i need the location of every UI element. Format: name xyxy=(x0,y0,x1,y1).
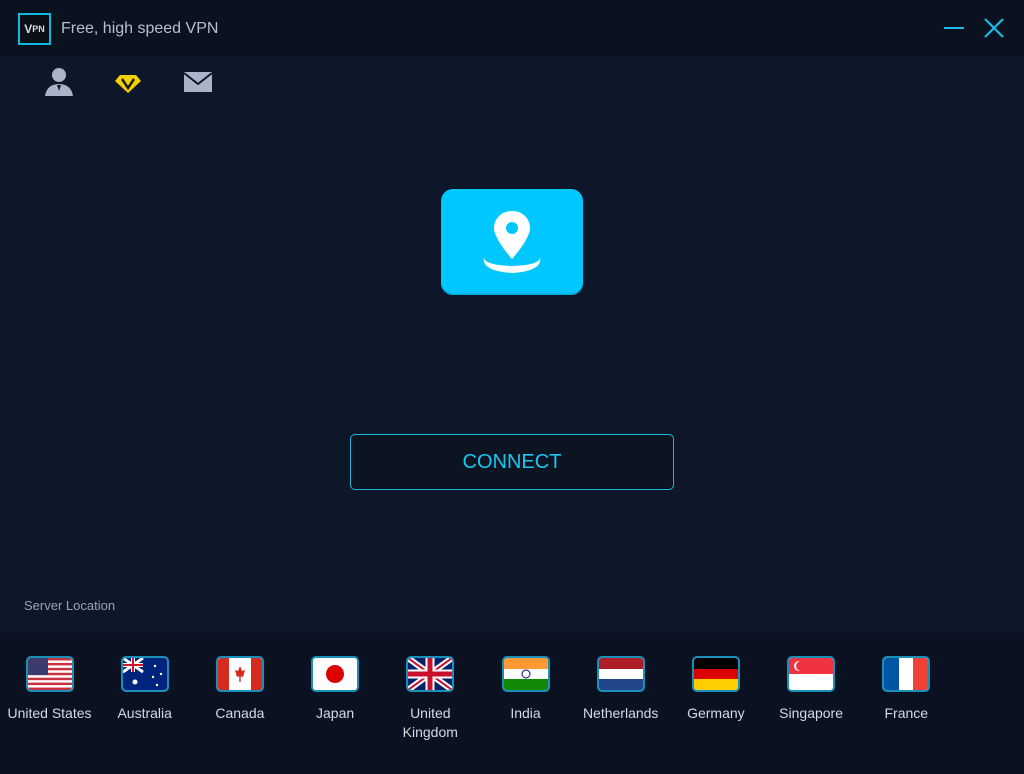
flag-sg-icon xyxy=(787,656,836,692)
app-logo: V PN xyxy=(18,13,51,45)
mail-icon xyxy=(183,72,213,92)
flag-jp-icon xyxy=(311,656,360,692)
user-icon xyxy=(45,68,73,96)
country-name: Australia xyxy=(117,705,172,721)
server-location-label: Server Location xyxy=(24,598,116,613)
server-au[interactable]: Australia xyxy=(97,656,192,723)
connect-button[interactable]: CONNECT xyxy=(350,434,674,490)
minimize-icon xyxy=(944,27,964,29)
country-name: Germany xyxy=(687,705,745,721)
server-in[interactable]: India xyxy=(478,656,573,723)
flag-au-icon xyxy=(120,656,169,692)
server-us[interactable]: United States xyxy=(2,656,97,723)
location-pin-icon xyxy=(483,211,541,273)
title-bar: V PN Free, high speed VPN xyxy=(0,0,1024,57)
app-title: Free, high speed VPN xyxy=(61,20,219,37)
flag-in-icon xyxy=(501,656,550,692)
country-name: United Kingdom xyxy=(402,705,458,740)
close-button[interactable] xyxy=(980,14,1008,42)
flag-nl-icon xyxy=(596,656,645,692)
location-select-button[interactable] xyxy=(441,189,583,295)
minimize-button[interactable] xyxy=(940,14,968,42)
account-button[interactable] xyxy=(43,66,75,98)
server-nl[interactable]: Netherlands xyxy=(573,656,668,723)
server-ca[interactable]: Canada xyxy=(192,656,287,723)
server-jp[interactable]: Japan xyxy=(288,656,383,723)
country-name: Canada xyxy=(215,705,265,721)
country-name: United States xyxy=(7,705,92,721)
country-name: Japan xyxy=(316,705,355,721)
country-name: India xyxy=(510,705,541,721)
flag-us-icon xyxy=(25,656,74,692)
country-name: France xyxy=(884,705,929,721)
flag-gb-icon xyxy=(406,656,455,692)
country-name: Netherlands xyxy=(582,705,659,721)
server-gb[interactable]: United Kingdom xyxy=(383,656,478,742)
country-name: Singapore xyxy=(779,705,843,721)
server-sg[interactable]: Singapore xyxy=(764,656,859,723)
server-de[interactable]: Germany xyxy=(668,656,763,723)
premium-button[interactable] xyxy=(112,66,144,98)
server-fr[interactable]: France xyxy=(859,656,954,723)
close-icon xyxy=(984,18,1004,38)
flag-fr-icon xyxy=(882,656,931,692)
mail-button[interactable] xyxy=(182,66,214,98)
premium-diamond-icon xyxy=(115,75,141,93)
flag-de-icon xyxy=(691,656,740,692)
flag-ca-icon xyxy=(215,656,264,692)
